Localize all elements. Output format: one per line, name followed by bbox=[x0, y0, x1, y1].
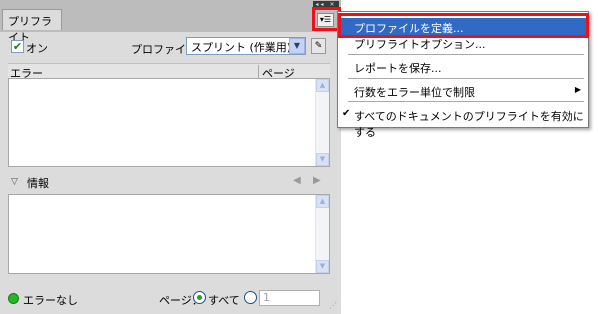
radio-all-pages[interactable] bbox=[193, 291, 206, 304]
menu-item-limit-rows[interactable]: 行数をエラー単位で制限 ▶ bbox=[339, 82, 587, 100]
checkmark-icon: ✔ bbox=[342, 108, 351, 119]
info-box-scrollbar[interactable]: ▲ ▼ bbox=[315, 195, 329, 273]
info-prev-icon[interactable]: ◀ bbox=[293, 175, 301, 186]
menu-item-label: すべてのドキュメントのプリフライトを有効にする bbox=[354, 110, 584, 139]
menu-item-label: プロファイルを定義... bbox=[354, 22, 464, 35]
preflight-panel: プリフライト ◂◂ ✕ ▾☰ ✔ オン プロファイル： スプリント (作業用) … bbox=[0, 0, 341, 314]
radio-all-label: すべて bbox=[208, 294, 240, 307]
scroll-down-button[interactable]: ▼ bbox=[316, 260, 329, 273]
menu-item-save-report[interactable]: レポートを保存... bbox=[339, 58, 587, 76]
info-box: ▲ ▼ bbox=[8, 194, 330, 274]
panel-menu-icon: ▾☰ bbox=[319, 15, 332, 24]
menu-item-enable-all-documents[interactable]: ✔ すべてのドキュメントのプリフライトを有効にする bbox=[339, 106, 587, 139]
panel-menu-button[interactable]: ▾☰ bbox=[317, 13, 334, 27]
menu-item-label: 行数をエラー単位で制限 bbox=[354, 86, 475, 99]
on-label: オン bbox=[26, 42, 48, 55]
submenu-arrow-icon: ▶ bbox=[574, 85, 581, 94]
checkmark-icon: ✔ bbox=[12, 40, 23, 53]
collapse-close-controls[interactable]: ◂◂ ✕ bbox=[313, 1, 339, 9]
scroll-up-button[interactable]: ▲ bbox=[316, 79, 329, 92]
scroll-up-button[interactable]: ▲ bbox=[316, 195, 329, 208]
resize-grip-icon[interactable]: ⋰ bbox=[329, 302, 337, 310]
error-list[interactable]: ▲ ▼ bbox=[8, 78, 330, 167]
error-list-scrollbar[interactable]: ▲ ▼ bbox=[315, 79, 329, 166]
profile-select-value: スプリント (作業用) bbox=[191, 41, 292, 54]
menu-separator bbox=[348, 54, 584, 55]
menu-item-label: プリフライトオプション... bbox=[354, 38, 486, 51]
status-ok-icon bbox=[8, 293, 19, 304]
page-range-input[interactable]: 1 bbox=[259, 290, 320, 306]
profile-select[interactable]: スプリント (作業用) bbox=[186, 37, 306, 55]
tab-preflight[interactable]: プリフライト bbox=[2, 9, 62, 44]
scroll-down-button[interactable]: ▼ bbox=[316, 153, 329, 166]
menu-item-define-profiles[interactable]: プロファイルを定義... bbox=[339, 18, 587, 36]
info-disclosure-icon[interactable]: ▽ bbox=[11, 177, 18, 187]
menu-item-label: レポートを保存... bbox=[354, 62, 442, 75]
panel-flyout-menu: プロファイルを定義... プリフライトオプション... レポートを保存... 行… bbox=[337, 11, 589, 139]
menu-separator bbox=[348, 101, 584, 102]
menu-item-preflight-options[interactable]: プリフライトオプション... bbox=[339, 36, 587, 54]
on-checkbox[interactable]: ✔ bbox=[11, 40, 24, 53]
chevron-down-icon[interactable]: ▼ bbox=[289, 38, 305, 54]
info-label: 情報 bbox=[27, 177, 49, 190]
status-text: エラーなし bbox=[23, 294, 78, 307]
menu-separator bbox=[348, 78, 584, 79]
profile-edit-button[interactable]: ✎ bbox=[311, 38, 326, 54]
info-next-icon[interactable]: ▶ bbox=[313, 175, 321, 186]
radio-page-range[interactable] bbox=[244, 291, 257, 304]
edit-profile-icon: ✎ bbox=[314, 41, 323, 51]
